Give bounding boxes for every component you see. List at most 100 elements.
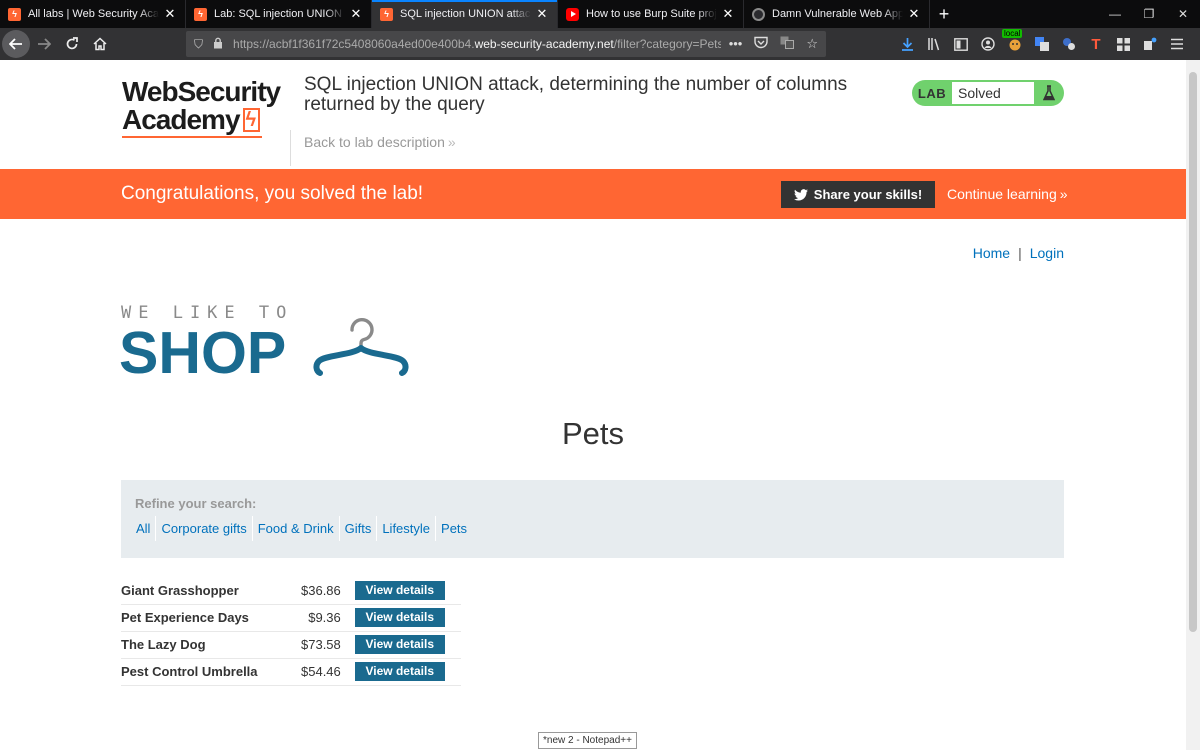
- category-filters: All Corporate gifts Food & Drink Gifts L…: [133, 516, 472, 541]
- close-window-icon[interactable]: ✕: [1166, 0, 1200, 28]
- lightning-bolt-icon: [242, 106, 260, 134]
- scrollbar-thumb[interactable]: [1189, 72, 1197, 632]
- translate-icon[interactable]: [780, 36, 795, 52]
- translate-extension-icon[interactable]: [1035, 37, 1049, 51]
- view-details-button[interactable]: View details: [354, 580, 445, 600]
- tab-lab-active[interactable]: ϟ SQL injection UNION attack, determinin…: [372, 0, 558, 28]
- product-price: $54.46: [301, 658, 355, 686]
- product-name: Pest Control Umbrella: [121, 658, 301, 686]
- more-actions-icon[interactable]: •••: [729, 36, 743, 52]
- congratulations-message: Congratulations, you solved the lab!: [121, 183, 424, 204]
- solved-banner: Congratulations, you solved the lab! Sha…: [0, 169, 1186, 219]
- wappalyzer-icon[interactable]: [1062, 37, 1076, 51]
- product-name: The Lazy Dog: [121, 631, 301, 659]
- address-bar[interactable]: ⛉ https://acbf1f361f72c5408060a4ed00e400…: [186, 31, 826, 57]
- lab-label: LAB: [917, 85, 947, 101]
- filter-lifestyle[interactable]: Lifestyle: [376, 516, 435, 541]
- forward-button[interactable]: [30, 30, 58, 58]
- product-price: $73.58: [301, 631, 355, 659]
- reload-button[interactable]: [58, 30, 86, 58]
- minimize-icon[interactable]: —: [1098, 0, 1132, 28]
- view-details-button[interactable]: View details: [354, 662, 445, 681]
- url-text[interactable]: https://acbf1f361f72c5408060a4ed00e400b4…: [233, 37, 721, 51]
- academy-header: WebSecurity Academy SQL injection UNION …: [0, 60, 1186, 169]
- shield-icon[interactable]: ⛉: [194, 37, 203, 52]
- tab-all-labs[interactable]: ϟ All labs | Web Security Academy ✕: [0, 0, 186, 28]
- bookmark-star-icon[interactable]: ☆: [806, 36, 818, 52]
- tab-title: Lab: SQL injection UNION attack, determi…: [214, 8, 345, 20]
- tab-dvwa[interactable]: Damn Vulnerable Web App (DVWA) ✕: [744, 0, 930, 28]
- tab-title: All labs | Web Security Academy: [28, 8, 159, 20]
- close-icon[interactable]: ✕: [535, 6, 549, 22]
- login-link[interactable]: Login: [1030, 245, 1064, 261]
- filter-pets[interactable]: Pets: [435, 516, 472, 541]
- filter-all[interactable]: All: [133, 516, 155, 541]
- tab-title: SQL injection UNION attack, determining: [400, 8, 531, 20]
- product-name: Pet Experience Days: [121, 604, 301, 632]
- page-scrollbar[interactable]: [1186, 60, 1200, 750]
- product-name: Giant Grasshopper: [121, 577, 301, 605]
- youtube-favicon-icon: [566, 7, 579, 21]
- tab-lab-description[interactable]: ϟ Lab: SQL injection UNION attack, deter…: [186, 0, 372, 28]
- shop-name: SHOP: [119, 320, 287, 386]
- grid-extension-icon[interactable]: [1116, 37, 1130, 51]
- share-your-skills-button[interactable]: Share your skills!: [781, 181, 935, 208]
- arrow-right-icon: [38, 38, 51, 50]
- filter-gifts[interactable]: Gifts: [338, 516, 377, 541]
- view-details-button[interactable]: View details: [354, 635, 445, 654]
- restore-icon[interactable]: ❐: [1132, 0, 1166, 28]
- url-host: web-security-academy.net: [474, 37, 614, 51]
- double-chevron-right-icon: »: [447, 134, 456, 150]
- table-row: The Lazy Dog $73.58 View details: [121, 631, 461, 659]
- url-prefix: https://acbf1f361f72c5408060a4ed00e400b4…: [233, 37, 475, 51]
- web-security-academy-favicon-icon: ϟ: [194, 7, 207, 21]
- back-to-lab-description-link[interactable]: Back to lab description»: [304, 134, 456, 150]
- library-icon[interactable]: [927, 37, 941, 51]
- extensions-puzzle-icon[interactable]: [1143, 37, 1157, 51]
- url-actions: ••• ☆: [729, 36, 818, 52]
- close-icon[interactable]: ✕: [907, 6, 921, 22]
- double-chevron-right-icon: »: [1059, 186, 1068, 202]
- home-link[interactable]: Home: [973, 245, 1010, 261]
- home-icon: [93, 37, 107, 51]
- navigation-toolbar: ⛉ https://acbf1f361f72c5408060a4ed00e400…: [0, 28, 1200, 60]
- lock-icon[interactable]: [213, 37, 223, 52]
- twitter-icon: [793, 188, 808, 200]
- foxyproxy-icon[interactable]: [1002, 29, 1023, 51]
- new-tab-button[interactable]: +: [930, 0, 958, 28]
- continue-learning-link[interactable]: Continue learning»: [947, 186, 1068, 202]
- top-navigation: Home | Login: [973, 245, 1064, 261]
- pocket-icon[interactable]: [754, 36, 769, 52]
- back-button[interactable]: [2, 30, 30, 58]
- web-security-academy-favicon-icon: ϟ: [8, 7, 21, 21]
- menu-hamburger-icon[interactable]: [1170, 37, 1184, 51]
- web-security-academy-logo[interactable]: WebSecurity Academy: [122, 78, 292, 138]
- web-security-academy-favicon-icon: ϟ: [380, 7, 393, 21]
- filter-food-drink[interactable]: Food & Drink: [251, 516, 339, 541]
- arrow-left-icon: [9, 38, 22, 50]
- table-row: Giant Grasshopper $36.86 View details: [121, 577, 461, 605]
- close-icon[interactable]: ✕: [349, 6, 363, 22]
- close-icon[interactable]: ✕: [163, 6, 177, 22]
- we-like-to-shop-logo[interactable]: WE LIKE TO SHOP: [119, 303, 421, 386]
- refine-search-panel: Refine your search: All Corporate gifts …: [121, 480, 1064, 558]
- category-title: Pets: [561, 416, 625, 451]
- download-icon[interactable]: [900, 37, 914, 51]
- filter-corporate-gifts[interactable]: Corporate gifts: [155, 516, 251, 541]
- text-extension-icon[interactable]: T: [1089, 36, 1103, 53]
- extensions-toolbar: T: [900, 28, 1184, 60]
- table-row: Pest Control Umbrella $54.46 View detail…: [121, 658, 461, 686]
- table-row: Pet Experience Days $9.36 View details: [121, 604, 461, 632]
- tab-bar: ϟ All labs | Web Security Academy ✕ ϟ La…: [0, 0, 1200, 28]
- coat-hanger-icon: [313, 318, 409, 376]
- account-icon[interactable]: [981, 37, 995, 51]
- tab-youtube[interactable]: How to use Burp Suite projects ✕: [558, 0, 744, 28]
- sidebar-icon[interactable]: [954, 37, 968, 51]
- home-button[interactable]: [86, 30, 114, 58]
- product-price: $36.86: [301, 577, 355, 605]
- url-path: /filter?category=Pets: [613, 37, 721, 51]
- refine-search-label: Refine your search:: [135, 496, 257, 511]
- view-details-button[interactable]: View details: [354, 608, 445, 627]
- lab-status-text: Solved: [952, 82, 1034, 104]
- close-icon[interactable]: ✕: [721, 6, 735, 22]
